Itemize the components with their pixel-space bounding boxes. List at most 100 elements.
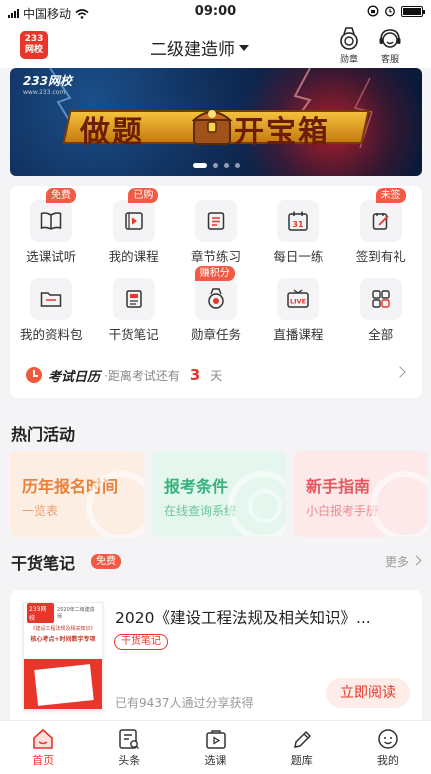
feature-item-trial[interactable]: 选课试听 免费 — [10, 188, 92, 264]
activity-card-conditions[interactable]: 报考条件 在线查询系统 — [152, 451, 286, 537]
notes-icon — [112, 278, 155, 320]
read-now-button[interactable]: 立即阅读 — [326, 678, 410, 708]
feature-item-daily-practice[interactable]: 31 每日一练 — [257, 194, 339, 264]
status-right — [367, 5, 425, 17]
feature-item-materials[interactable]: 我的资料包 — [10, 272, 92, 342]
chevron-right-icon[interactable] — [411, 555, 422, 566]
battery-icon — [401, 5, 425, 17]
cover-top: 233网校 2020年二级建造师 — [24, 603, 102, 623]
cover-bottom — [24, 659, 102, 709]
tab-question-bank[interactable]: 题库 — [259, 721, 345, 774]
activity-decoration — [86, 471, 144, 537]
banner-dot[interactable] — [234, 163, 240, 168]
status-bar: 中国移动 09:00 — [0, 0, 431, 24]
feature-label: 我的课程 — [108, 249, 159, 264]
tab-label: 我的 — [376, 754, 399, 767]
exam-countdown-text: ·距离考试还有 — [104, 368, 180, 383]
tab-label: 头条 — [118, 754, 141, 767]
live-tv-icon: LIVE — [277, 278, 320, 320]
banner-pagination — [10, 163, 422, 168]
hot-section-title: 热门活动 — [11, 425, 76, 444]
feature-grid: 选课试听 免费 我的课程 已购 章节练习 31 每日一练 签到有礼 未签 我的资… — [10, 188, 422, 342]
feature-label: 勋章任务 — [190, 327, 241, 342]
feature-item-check-in[interactable]: 签到有礼 未签 — [340, 188, 422, 264]
banner-dot[interactable] — [223, 163, 229, 168]
treasure-chest-icon — [191, 110, 233, 145]
feature-item-all[interactable]: 全部 — [340, 272, 422, 342]
profile-icon — [378, 729, 398, 749]
feature-item-chapter-practice[interactable]: 章节练习 — [175, 194, 257, 264]
note-card[interactable]: 233网校 2020年二级建造师 《建设工程法规及相关知识》 核心考点+时间数字… — [10, 590, 422, 720]
notes-free-badge: 免费 — [91, 554, 121, 569]
banner-dot[interactable] — [192, 163, 207, 168]
medal-task-icon — [194, 278, 237, 320]
service-button[interactable]: 客服 — [375, 27, 405, 65]
feature-label: 全部 — [368, 327, 394, 342]
feature-label: 签到有礼 — [355, 249, 406, 264]
notes-more-link[interactable]: 更多 — [385, 553, 409, 570]
feature-tag: 免费 — [46, 188, 76, 203]
cover-top-text: 2020年二级建造师 — [57, 607, 95, 620]
live-tv-text: LIVE — [290, 298, 306, 306]
tab-label: 题库 — [290, 754, 313, 767]
headset-icon — [379, 29, 401, 48]
activity-decoration — [248, 489, 282, 523]
cover-line1: 《建设工程法规及相关知识》 — [30, 626, 96, 632]
feature-tag: 已购 — [128, 188, 159, 203]
book-open-icon — [30, 200, 73, 242]
nav-bar: 233 网校 二级建造师 勋章 客服 — [0, 24, 431, 68]
feature-item-medal-tasks[interactable]: 勋章任务 赚积分 — [175, 266, 257, 342]
exam-days-count: 3 — [189, 366, 201, 384]
tab-profile[interactable]: 我的 — [345, 721, 431, 774]
feature-item-my-courses[interactable]: 我的课程 已购 — [92, 188, 174, 264]
clock-icon — [26, 367, 42, 383]
exam-type-selector[interactable]: 二级建造师 — [150, 35, 249, 60]
banner-logo-sub: www.233.com — [23, 89, 66, 96]
cover-logo: 233网校 — [27, 603, 55, 623]
activity-card-beginner-guide[interactable]: 新手指南 小白报考手册 — [294, 451, 428, 537]
play-video-icon — [112, 200, 155, 242]
banner-logo: 233网校 www.233.com — [23, 72, 72, 96]
tab-label: 选课 — [204, 754, 227, 767]
feature-card: 选课试听 免费 我的课程 已购 章节练习 31 每日一练 签到有礼 未签 我的资… — [10, 186, 422, 398]
tab-bar: 首页 头条 选课 题库 我的 — [0, 720, 431, 774]
medal-button[interactable]: 勋章 — [334, 27, 364, 65]
feature-label: 章节练习 — [190, 249, 241, 264]
slogan-left: 做题 — [80, 115, 144, 150]
banner-logo-text: 233网校 — [23, 74, 73, 88]
promo-banner[interactable]: 233网校 www.233.com 做题 开宝箱 — [10, 68, 422, 176]
app-logo: 233 网校 — [20, 31, 48, 59]
cover-line2: 核心考点+时间数字专项 — [30, 636, 96, 643]
feature-label: 直播课程 — [273, 327, 324, 342]
activity-decoration — [370, 471, 428, 537]
logo-text-top: 233 — [24, 34, 44, 44]
exam-type-label: 二级建造师 — [150, 40, 235, 60]
logo-text-bottom: 网校 — [24, 45, 43, 55]
feature-item-live[interactable]: LIVE 直播课程 — [257, 272, 339, 342]
note-share-count: 已有9437人通过分享获得 — [115, 696, 254, 710]
exam-days-unit: 天 — [210, 368, 223, 383]
service-label: 客服 — [380, 55, 399, 65]
feature-label: 我的资料包 — [19, 327, 83, 342]
feature-label: 每日一练 — [273, 249, 324, 264]
home-icon — [33, 728, 53, 749]
exam-calendar-row[interactable]: 考试日历 ·距离考试还有 3 天 — [10, 360, 422, 390]
activity-card-registration-time[interactable]: 历年报名时间 一览表 — [10, 451, 144, 537]
feature-label: 干货笔记 — [108, 327, 159, 342]
tab-courses[interactable]: 选课 — [172, 721, 258, 774]
notes-header: 干货笔记 免费 更多 — [0, 546, 431, 576]
banner-slogan: 做题 开宝箱 — [62, 104, 370, 150]
medal-label: 勋章 — [339, 55, 358, 65]
tab-home[interactable]: 首页 — [0, 721, 86, 774]
list-doc-icon — [194, 200, 237, 242]
banner-dot[interactable] — [212, 163, 218, 168]
slogan-right: 开宝箱 — [234, 115, 330, 150]
feature-tag: 赚积分 — [194, 266, 235, 281]
tab-news[interactable]: 头条 — [86, 721, 172, 774]
sign-in-icon — [359, 200, 402, 242]
feature-item-notes[interactable]: 干货笔记 — [92, 272, 174, 342]
notes-section-title: 干货笔记 — [11, 554, 76, 573]
note-cover-image: 233网校 2020年二级建造师 《建设工程法规及相关知识》 核心考点+时间数字… — [23, 602, 103, 710]
caret-down-icon — [239, 44, 249, 51]
feature-tag: 未签 — [375, 188, 406, 203]
